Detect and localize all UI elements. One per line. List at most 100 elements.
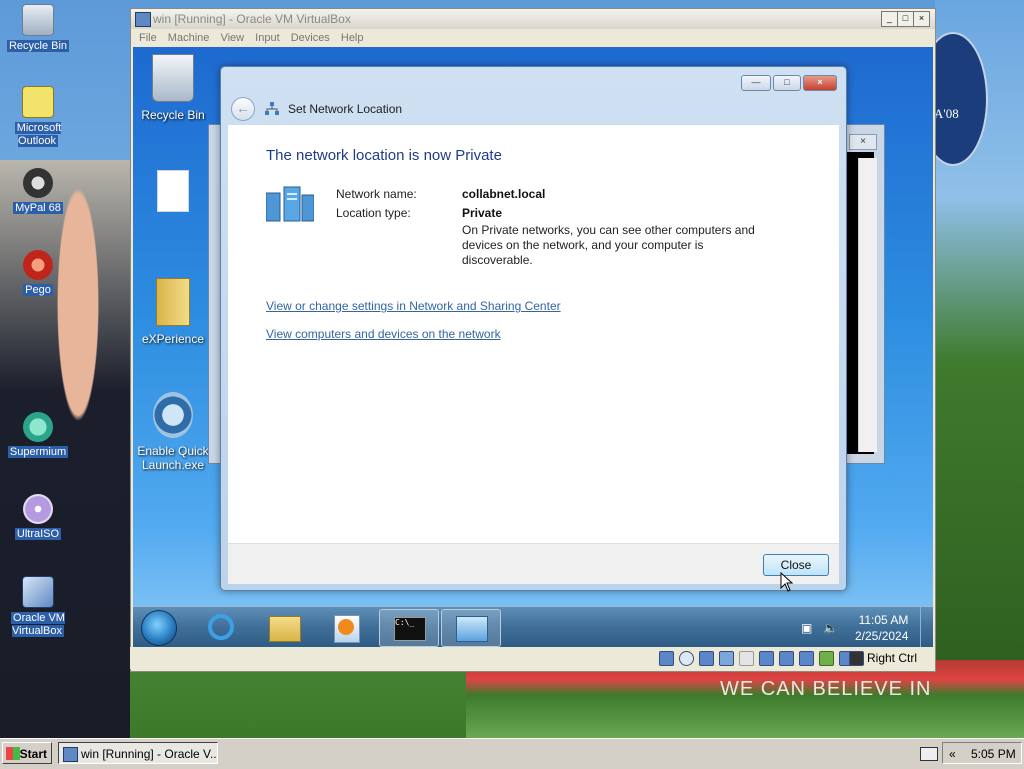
host-task-virtualbox[interactable]: win [Running] - Oracle V... (58, 742, 218, 764)
menu-input[interactable]: Input (255, 32, 279, 44)
show-desktop-button[interactable] (920, 607, 933, 647)
host-icon-label: Microsoft Outlook (14, 122, 62, 147)
host-icon-recycle-bin[interactable]: Recycle Bin (3, 4, 73, 53)
dialog-close-button[interactable]: × (803, 75, 837, 91)
play-icon (338, 619, 354, 635)
guest-icon-label: Enable Quick Launch.exe (137, 444, 209, 472)
location-type-label: Location type: (336, 206, 411, 220)
virtualization-icon[interactable] (819, 651, 834, 666)
virtualbox-titlebar[interactable]: win [Running] - Oracle VM VirtualBox _ □… (131, 9, 935, 29)
minimize-button[interactable]: _ (881, 11, 898, 27)
taskbar-media-player[interactable] (317, 609, 375, 645)
dialog-content: The network location is now Private Netw… (228, 125, 839, 543)
menu-file[interactable]: File (139, 32, 157, 44)
start-label: Start (19, 747, 47, 761)
host-clock[interactable]: 5:05 PM (971, 743, 1016, 765)
windows-start-orb-icon[interactable] (141, 610, 177, 646)
keyboard-tray-icon[interactable] (920, 747, 938, 761)
guest-icon-recycle-bin[interactable]: Recycle Bin (133, 54, 213, 122)
host-icon-ultraiso[interactable]: UltraISO (3, 494, 73, 541)
host-start-button[interactable]: Start (2, 742, 52, 764)
guest-clock[interactable]: 11:05 AM 2/25/2024 (855, 612, 908, 644)
taskbar-command-prompt[interactable]: C:\_ (379, 609, 439, 647)
file-icon (157, 170, 189, 212)
close-button[interactable]: × (913, 11, 930, 27)
host-icon-label: MyPal 68 (13, 202, 63, 214)
wallpaper-slogan: WE CAN BELIEVE IN (720, 678, 932, 700)
host-icon-label: UltraISO (14, 528, 62, 540)
menu-machine[interactable]: Machine (168, 32, 210, 44)
back-arrow-icon[interactable]: ← (231, 97, 255, 121)
close-dialog-button[interactable]: Close (763, 554, 829, 576)
network-tray-icon[interactable]: ▣ (801, 621, 812, 635)
folder-icon (156, 278, 190, 326)
optical-drive-icon[interactable] (679, 651, 694, 666)
virtualbox-icon (63, 747, 78, 762)
set-network-location-dialog: — □ × ← Set Network Location The network… (220, 66, 847, 591)
network-adapter-icon[interactable] (719, 651, 734, 666)
host-icon-supermium[interactable]: Supermium (3, 412, 73, 459)
dialog-minimize-button[interactable]: — (741, 75, 771, 91)
host-icon-label: Recycle Bin (6, 40, 70, 52)
virtualbox-menubar: File Machine View Input Devices Help (131, 29, 935, 47)
guest-icon-label: Recycle Bin (141, 108, 205, 122)
network-name-value: collabnet.local (462, 187, 546, 201)
host-key-label[interactable]: Right Ctrl (867, 651, 917, 665)
recording-icon[interactable] (799, 651, 814, 666)
view-network-devices-link[interactable]: View computers and devices on the networ… (266, 327, 501, 341)
virtualbox-icon (22, 576, 54, 608)
guest-time: 11:05 AM (858, 613, 909, 627)
guest-icon-label: eXPerience (141, 332, 205, 346)
menu-view[interactable]: View (220, 32, 244, 44)
host-icon-mypal[interactable]: MyPal 68 (3, 168, 73, 215)
dialog-title: Set Network Location (288, 102, 403, 116)
menu-devices[interactable]: Devices (291, 32, 330, 44)
guest-icon-quick-launch[interactable]: Enable Quick Launch.exe (133, 392, 213, 472)
guest-icon-experience[interactable]: eXPerience (133, 278, 213, 346)
guest-taskbar: C:\_ ▣ 🔈 11:05 AM 2/25/2024 (133, 606, 933, 648)
window-title: win [Running] - Oracle VM VirtualBox (153, 12, 351, 26)
network-servers-icon (266, 186, 314, 222)
shared-folders-icon[interactable] (759, 651, 774, 666)
host-taskbar: Start win [Running] - Oracle V... « 5:05… (0, 738, 1024, 769)
guest-date: 2/25/2024 (855, 629, 909, 643)
virtualbox-icon (135, 12, 151, 27)
supermium-icon (23, 412, 53, 442)
pego-icon (23, 250, 53, 280)
location-type-value: Private (462, 206, 503, 220)
taskbar-internet-explorer[interactable] (193, 609, 251, 645)
usb-icon[interactable] (739, 651, 754, 666)
network-icon (265, 102, 279, 115)
host-icon-label: Oracle VM VirtualBox (11, 612, 65, 637)
recycle-bin-icon (152, 54, 194, 102)
location-description: On Private networks, you can see other c… (462, 223, 755, 267)
host-icon-label: Supermium (7, 446, 69, 458)
network-control-icon (456, 616, 488, 642)
console-close-button[interactable]: × (849, 134, 877, 150)
host-icon-outlook[interactable]: Microsoft Outlook (3, 86, 73, 148)
taskbar-network-control-panel[interactable] (441, 609, 501, 647)
recycle-bin-icon (22, 4, 54, 36)
dialog-footer: Close (228, 543, 839, 584)
keyboard-capture-icon[interactable] (849, 651, 864, 666)
network-sharing-center-link[interactable]: View or change settings in Network and S… (266, 299, 561, 313)
guest-icon-file[interactable] (133, 170, 213, 218)
campaign-logo-text: A'08 (934, 106, 959, 121)
tray-expand-button[interactable]: « (949, 743, 956, 765)
host-icon-label: Pego (23, 284, 53, 296)
taskbar-explorer[interactable] (255, 609, 313, 645)
display-icon[interactable] (779, 651, 794, 666)
host-icon-virtualbox[interactable]: Oracle VM VirtualBox (3, 576, 73, 638)
audio-icon[interactable] (699, 651, 714, 666)
hard-disk-icon[interactable] (659, 651, 674, 666)
windows-flag-icon (6, 747, 20, 760)
folder-icon (269, 616, 301, 642)
host-icon-pego[interactable]: Pego (3, 250, 73, 297)
dialog-maximize-button[interactable]: □ (773, 75, 801, 91)
mouse-cursor-icon (780, 572, 794, 592)
quick-launch-icon (153, 392, 193, 438)
menu-help[interactable]: Help (341, 32, 364, 44)
maximize-button[interactable]: □ (897, 11, 914, 27)
volume-tray-icon[interactable]: 🔈 (823, 621, 838, 635)
console-scrollbar[interactable] (858, 158, 877, 452)
